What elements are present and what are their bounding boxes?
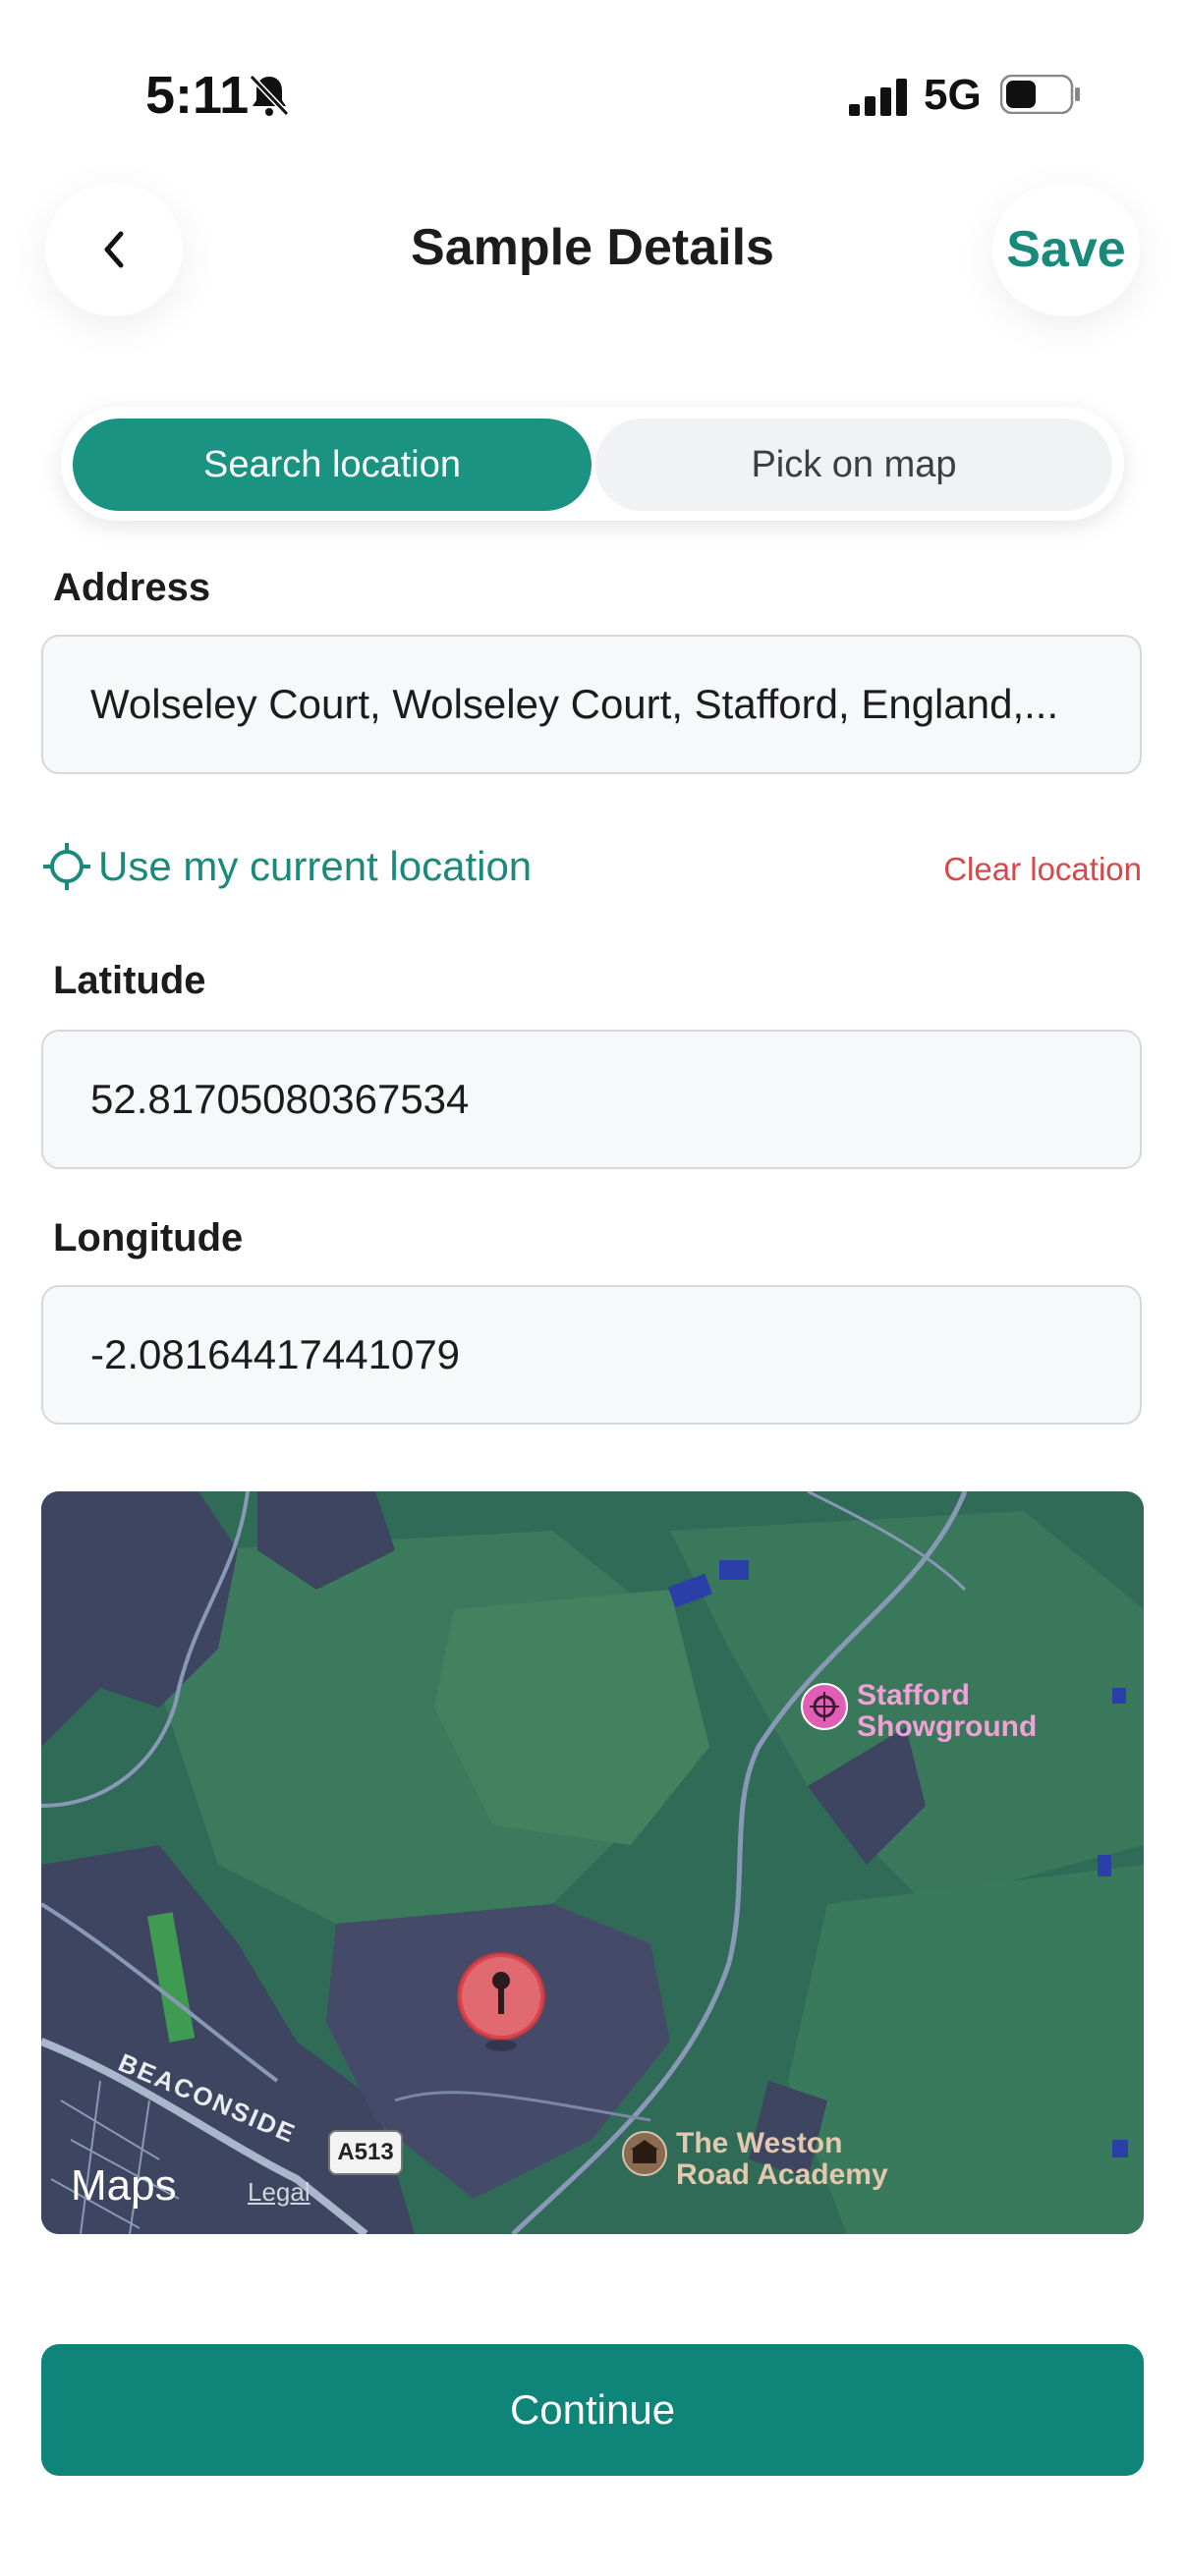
latitude-label: Latitude — [53, 959, 206, 1002]
bell-muted-icon — [249, 74, 290, 117]
showground-icon — [801, 1683, 848, 1730]
battery-icon — [1000, 75, 1080, 114]
poi-academy-line1: The Weston — [676, 2127, 843, 2159]
poi-academy-label[interactable]: The Weston Road Academy — [676, 2128, 888, 2191]
poi-showground-line1: Stafford — [857, 1679, 970, 1711]
network-type: 5G — [924, 71, 982, 119]
address-label: Address — [53, 566, 211, 609]
continue-button[interactable]: Continue — [41, 2344, 1144, 2476]
latitude-input[interactable]: 52.81705080367534 — [41, 1030, 1142, 1169]
location-mode-segmented-control: Search location Pick on map — [61, 407, 1124, 521]
status-time: 5:11 — [145, 66, 250, 125]
clear-location-button[interactable]: Clear location — [943, 851, 1142, 888]
signal-icon — [849, 79, 907, 116]
poi-academy-line2: Road Academy — [676, 2158, 888, 2191]
maps-attribution: Maps — [71, 2161, 177, 2210]
map-view[interactable]: Stafford Showground The Weston Road Acad… — [41, 1491, 1144, 2234]
use-current-location-label: Use my current location — [98, 843, 533, 889]
tab-search-location[interactable]: Search location — [73, 419, 592, 511]
poi-showground-label[interactable]: Stafford Showground — [857, 1680, 1037, 1743]
longitude-label: Longitude — [53, 1216, 244, 1260]
road-shield: A513 — [328, 2130, 403, 2175]
save-button[interactable]: Save — [992, 183, 1140, 316]
map-legal-link[interactable]: Legal — [248, 2177, 310, 2208]
map-pin-icon — [457, 1952, 545, 2051]
longitude-input[interactable]: -2.08164417441079 — [41, 1285, 1142, 1425]
use-current-location-button[interactable]: Use my current location — [41, 841, 532, 892]
address-input[interactable]: Wolseley Court, Wolseley Court, Stafford… — [41, 635, 1142, 774]
crosshair-icon — [43, 843, 90, 890]
tab-pick-on-map[interactable]: Pick on map — [595, 419, 1112, 511]
map-terrain — [41, 1491, 1144, 2234]
poi-showground-line2: Showground — [857, 1710, 1038, 1743]
school-icon — [622, 2131, 667, 2176]
